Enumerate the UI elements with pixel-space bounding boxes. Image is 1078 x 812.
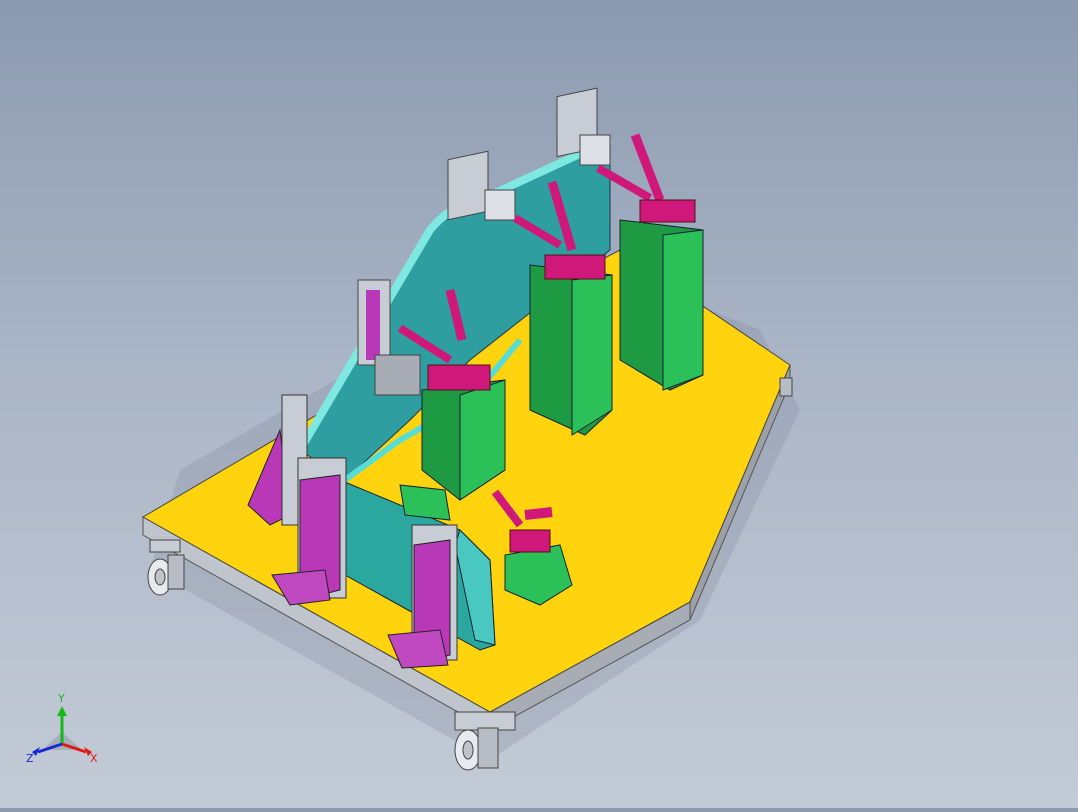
y-axis-label: Y (57, 692, 65, 705)
z-axis-label: Z (26, 752, 34, 765)
toggle-clamp-3[interactable] (596, 133, 696, 223)
green-locator-pad (399, 484, 451, 521)
locator-block-1 (484, 189, 516, 221)
riser-block-right[interactable] (619, 219, 704, 391)
locator-plate-left-purple-face (366, 290, 380, 360)
riser-block-middle[interactable] (529, 264, 613, 436)
caster-front-left[interactable] (147, 539, 185, 596)
coordinate-triad: Y X Z (22, 692, 112, 772)
triad-graphic: Y X Z (26, 692, 98, 765)
fixture-assembly-model[interactable] (0, 0, 1078, 808)
locator-plate-top-mid[interactable] (447, 150, 489, 221)
caster-right[interactable] (779, 377, 793, 397)
x-axis-label: X (90, 752, 98, 765)
cad-viewport[interactable] (0, 0, 1078, 808)
y-axis-arrow (57, 706, 67, 716)
locator-bracket-mid (374, 354, 421, 396)
locator-block-2 (579, 134, 611, 166)
